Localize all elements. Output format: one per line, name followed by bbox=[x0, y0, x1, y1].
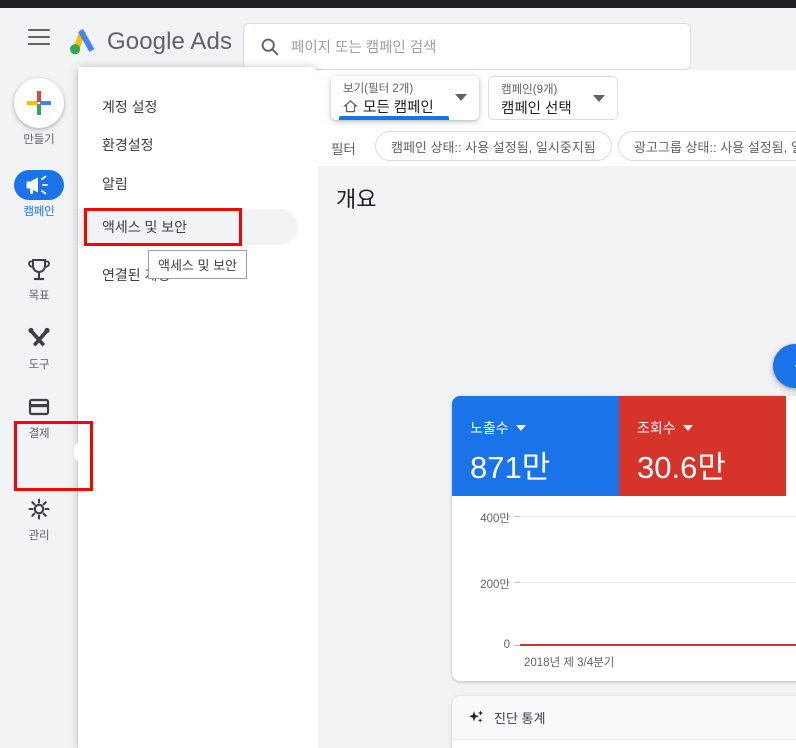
overview-content: 개요 + 새 캠페인 노출수 871만 bbox=[318, 166, 796, 748]
metric-tile-impressions[interactable]: 노출수 871만 bbox=[452, 396, 619, 496]
metric-tile-empty bbox=[786, 396, 796, 496]
hamburger-menu-icon[interactable] bbox=[28, 29, 52, 49]
chevron-down-icon bbox=[515, 425, 526, 431]
menu-item-label: 액세스 및 보안 bbox=[102, 219, 188, 235]
metric-tiles: 노출수 871만 조회수 30.6만 bbox=[452, 396, 796, 496]
performance-chart: 400만 200만 0 2018년 제 3/4분기 bbox=[452, 496, 796, 681]
menu-item-notifications[interactable]: 알림 bbox=[78, 166, 318, 202]
chevron-down-icon bbox=[682, 425, 693, 431]
diagnostics-header: 진단 통계 bbox=[452, 696, 796, 740]
sidebar-item-admin[interactable]: 관리 bbox=[0, 494, 78, 543]
sidebar-item-label: 목표 bbox=[28, 290, 50, 302]
plus-icon bbox=[14, 78, 64, 128]
view-selector-active-underline bbox=[339, 116, 449, 120]
chart-series-line-views bbox=[520, 644, 796, 646]
admin-settings-flyout-menu: 계정 설정 환경설정 알림 액세스 및 보안 연결된 계정 bbox=[78, 67, 318, 748]
access-and-security-tooltip: 액세스 및 보안 bbox=[148, 250, 247, 279]
menu-item-account-settings[interactable]: 계정 설정 bbox=[78, 89, 318, 125]
chart-y-tick-label: 0 bbox=[503, 639, 510, 651]
left-navigation-rail: 만들기 캠페인 목표 도구 결제 관리 bbox=[0, 70, 78, 748]
diagnostics-title: 진단 통계 bbox=[494, 711, 546, 726]
campaign-selector-value: 캠페인 선택 bbox=[501, 101, 572, 117]
toolbar-row: 보기(필터 2개) 모든 캠페인 캠페인(9개) 캠페인 선택 bbox=[318, 70, 796, 128]
main-content: 보기(필터 2개) 모든 캠페인 캠페인(9개) 캠페인 선택 필터 캠페인 상… bbox=[318, 70, 796, 748]
sidebar-item-label: 만들기 bbox=[23, 134, 55, 146]
view-selector[interactable]: 보기(필터 2개) 모든 캠페인 bbox=[331, 76, 479, 120]
view-selector-caption: 보기(필터 2개) bbox=[343, 83, 414, 95]
search-input[interactable]: 페이지 또는 캠페인 검색 bbox=[291, 38, 437, 58]
view-selector-value: 모든 캠페인 bbox=[343, 96, 434, 117]
metric-tile-views[interactable]: 조회수 30.6만 bbox=[619, 396, 786, 496]
tools-icon bbox=[14, 323, 64, 353]
chart-gridline bbox=[520, 582, 796, 583]
filter-chip-adgroup-status[interactable]: 광고그룹 상태:: 사용 설정됨, 일시 bbox=[618, 131, 796, 161]
browser-chrome-strip bbox=[0, 0, 796, 8]
menu-item-label: 알림 bbox=[102, 176, 128, 192]
sparkle-icon bbox=[468, 709, 485, 726]
chart-y-tick-label: 400만 bbox=[480, 513, 510, 525]
page-title: 개요 bbox=[336, 187, 377, 212]
filter-row: 필터 캠페인 상태:: 사용 설정됨, 일시중지됨 광고그룹 상태:: 사용 설… bbox=[318, 128, 796, 166]
filter-label: 필터 bbox=[331, 142, 356, 157]
filter-chip-campaign-status[interactable]: 캠페인 상태:: 사용 설정됨, 일시중지됨 bbox=[375, 131, 612, 161]
sidebar-item-label: 결제 bbox=[28, 428, 50, 440]
metric-name: 노출수 bbox=[470, 418, 526, 438]
metric-value: 30.6만 bbox=[637, 450, 726, 485]
search-icon bbox=[260, 37, 280, 57]
chart-gridline bbox=[520, 516, 796, 517]
google-ads-app: Google Ads 페이지 또는 캠페인 검색 만들기 캠페인 목표 도구 결… bbox=[0, 0, 796, 748]
chevron-down-icon bbox=[593, 95, 605, 102]
menu-item-access-and-security[interactable]: 액세스 및 보안 bbox=[78, 209, 298, 245]
menu-item-label: 환경설정 bbox=[102, 137, 154, 153]
new-campaign-button[interactable]: + 새 캠페인 bbox=[773, 344, 796, 388]
menu-item-preferences[interactable]: 환경설정 bbox=[78, 127, 318, 163]
diagnostics-card: 진단 통계 최근에 만든 tes 광고가 게재되지 입 bbox=[452, 696, 796, 748]
sidebar-item-label: 관리 bbox=[28, 530, 50, 542]
chart-x-tick-label: 2018년 제 3/4분기 bbox=[524, 657, 615, 669]
sidebar-item-create[interactable]: 만들기 bbox=[0, 78, 78, 147]
sidebar-item-tools[interactable]: 도구 bbox=[0, 323, 78, 372]
sidebar-item-goals[interactable]: 목표 bbox=[0, 254, 78, 303]
app-header: Google Ads 페이지 또는 캠페인 검색 bbox=[0, 8, 796, 70]
performance-card: 노출수 871만 조회수 30.6만 400만 200만 0 2018년 제 3… bbox=[452, 396, 796, 681]
menu-item-label: 계정 설정 bbox=[102, 99, 158, 115]
trophy-icon bbox=[14, 254, 64, 284]
campaign-selector[interactable]: 캠페인(9개) 캠페인 선택 bbox=[488, 76, 618, 120]
metric-name: 조회수 bbox=[637, 418, 693, 438]
chart-y-tick-label: 200만 bbox=[480, 579, 510, 591]
chevron-down-icon bbox=[455, 94, 467, 101]
sidebar-item-label: 캠페인 bbox=[23, 206, 55, 218]
home-icon bbox=[343, 99, 358, 114]
brand-title: Google Ads bbox=[107, 28, 233, 55]
sidebar-item-campaigns[interactable]: 캠페인 bbox=[0, 170, 78, 219]
megaphone-icon bbox=[14, 170, 64, 200]
metric-value: 871만 bbox=[470, 450, 551, 485]
google-ads-logo-icon bbox=[66, 26, 100, 56]
credit-card-icon bbox=[14, 392, 64, 422]
gear-icon bbox=[14, 494, 64, 524]
sidebar-item-billing[interactable]: 결제 bbox=[0, 392, 78, 441]
sidebar-item-label: 도구 bbox=[28, 359, 50, 371]
search-box[interactable]: 페이지 또는 캠페인 검색 bbox=[243, 23, 691, 70]
campaign-selector-caption: 캠페인(9개) bbox=[501, 84, 558, 96]
admin-selected-pointer-icon bbox=[70, 432, 92, 477]
